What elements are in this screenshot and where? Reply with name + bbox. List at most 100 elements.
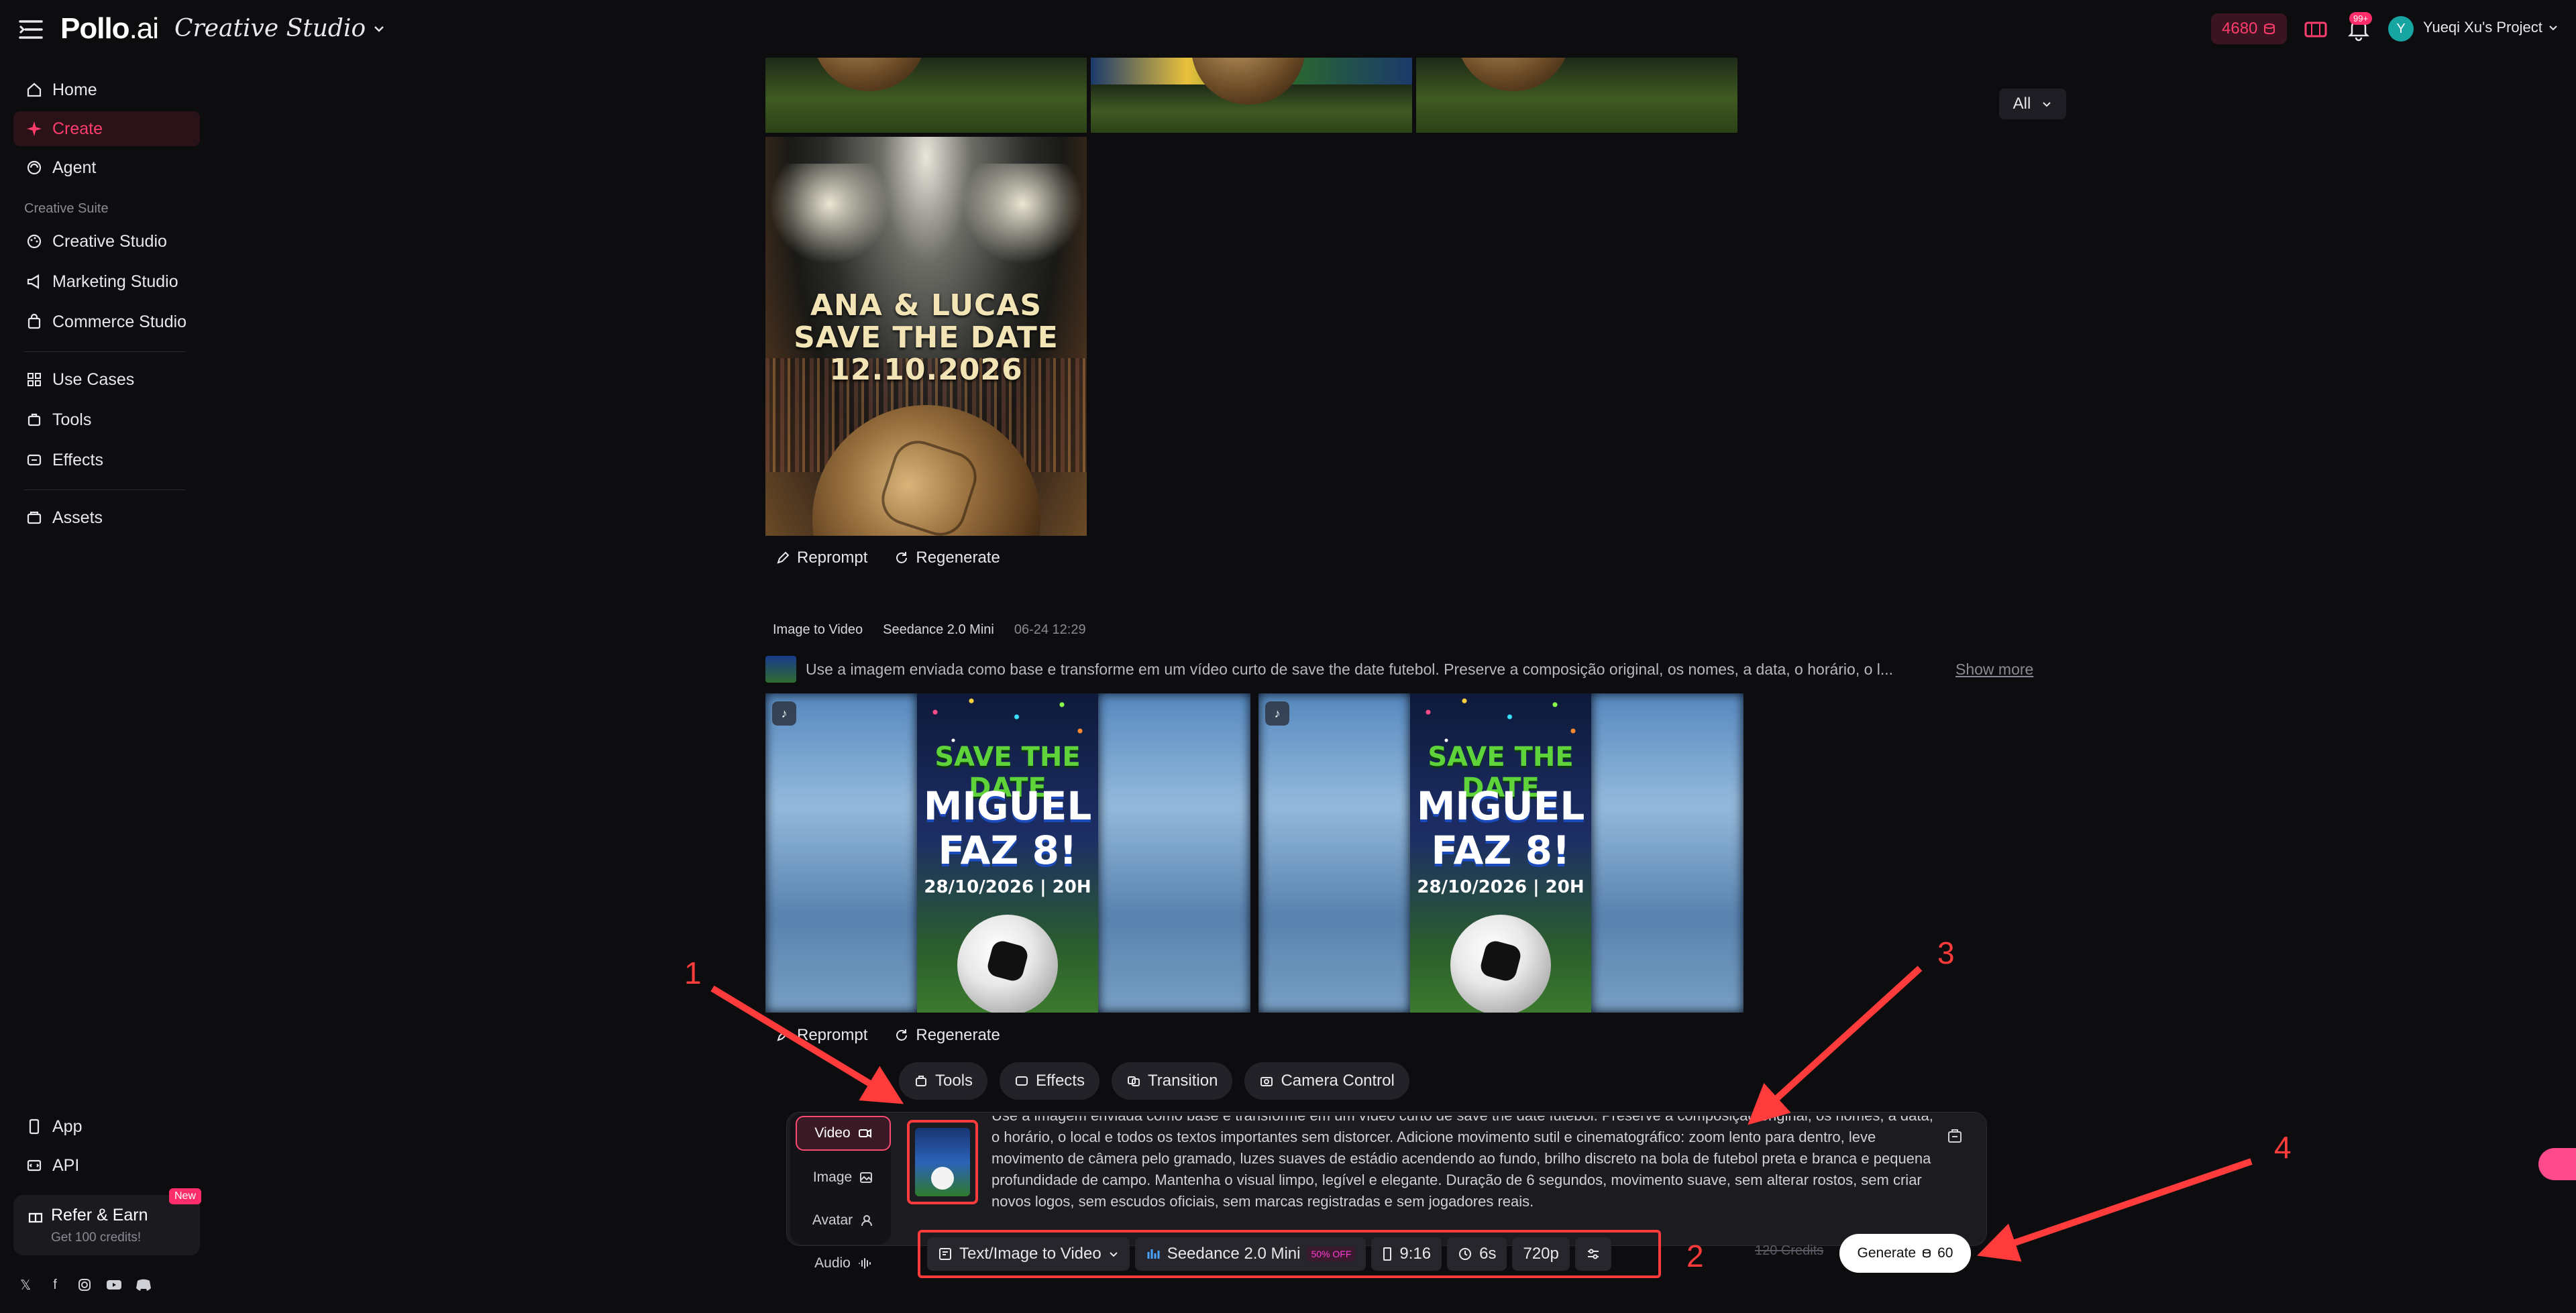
camera-icon: [1260, 1077, 1273, 1086]
soccer-ball-image: [1450, 915, 1551, 1013]
pencil-icon: [777, 1029, 790, 1041]
tiktok-icon: ♪: [772, 701, 796, 726]
video-date: 28/10/2026 | 20H: [924, 877, 1091, 897]
chevron-down-icon: [1109, 1252, 1118, 1257]
chip-tools[interactable]: Tools: [899, 1062, 988, 1100]
result-image[interactable]: [1416, 58, 1737, 133]
sidebar-item-create[interactable]: Create: [13, 111, 200, 146]
social-links: 𝕏 f: [17, 1277, 152, 1293]
model-icon: [1147, 1249, 1160, 1259]
studio-switcher[interactable]: Creative Studio: [174, 15, 386, 42]
new-badge: New: [168, 1188, 201, 1204]
sliders-icon: [1587, 1249, 1599, 1259]
refer-title: Refer & Earn: [51, 1206, 148, 1224]
original-cost: 120 Credits: [1755, 1243, 1824, 1258]
prompt-input[interactable]: Use a imagem enviada como base e transfo…: [991, 1116, 1944, 1227]
refer-and-earn-card[interactable]: Refer & Earn Get 100 credits! New: [13, 1188, 201, 1255]
save-prompt-icon[interactable]: [1945, 1127, 1964, 1145]
reprompt-button[interactable]: Reprompt: [775, 1026, 867, 1045]
result-image[interactable]: [1091, 58, 1412, 133]
video-name-line1: MIGUEL: [1416, 783, 1585, 829]
credits-balance[interactable]: 4680: [2211, 13, 2288, 44]
audio-wave-icon: [858, 1258, 871, 1269]
poster-headline: SAVE THE DATE: [794, 321, 1059, 355]
composer-chips: Tools Effects Transition Camera Control: [899, 1062, 1409, 1100]
video-name-line1: MIGUEL: [923, 783, 1092, 829]
advanced-settings-button[interactable]: [1574, 1237, 1611, 1271]
uploaded-image-thumbnail[interactable]: [907, 1120, 978, 1204]
floating-helper-button[interactable]: [2538, 1148, 2576, 1180]
duration-select[interactable]: 6s: [1447, 1237, 1507, 1271]
project-name: Yueqi Xu's Project: [2423, 19, 2542, 36]
sidebar-item-api[interactable]: API: [13, 1148, 200, 1183]
annotation-number: 1: [684, 956, 702, 990]
instagram-icon[interactable]: [76, 1277, 93, 1293]
section-label-creative-suite: Creative Suite: [24, 201, 109, 216]
sidebar-item-home[interactable]: Home: [13, 72, 200, 107]
prompt-preview-text: Use a imagem enviada como base e transfo…: [806, 660, 1894, 678]
sidebar-item-app[interactable]: App: [13, 1109, 200, 1144]
avatar[interactable]: Y: [2388, 16, 2414, 42]
youtube-icon[interactable]: [106, 1277, 122, 1293]
clock-icon: [1459, 1248, 1472, 1260]
regenerate-button[interactable]: Regenerate: [894, 549, 1000, 567]
chip-camera-control[interactable]: Camera Control: [1244, 1062, 1409, 1100]
generate-button[interactable]: Generate 60: [1839, 1234, 1971, 1273]
video-actions: Reprompt Regenerate: [775, 1026, 1000, 1045]
coin-icon: [1923, 1249, 1931, 1258]
pencil-icon: [777, 551, 790, 564]
generation-meta: Image to Video Seedance 2.0 Mini 06-24 1…: [773, 622, 1086, 638]
regenerate-button[interactable]: Regenerate: [894, 1026, 1000, 1045]
sidebar-item-marketing-studio[interactable]: Marketing Studio: [13, 264, 200, 299]
resolution-select[interactable]: 720p: [1512, 1237, 1570, 1271]
generation-date: 06-24 12:29: [1014, 622, 1086, 637]
video-icon: [858, 1129, 871, 1138]
aspect-ratio-select[interactable]: 9:16: [1371, 1237, 1442, 1271]
mode-dropdown[interactable]: Text/Image to Video: [927, 1237, 1130, 1271]
folder-icon: [27, 511, 42, 524]
coin-icon: [2264, 23, 2275, 35]
mode-audio[interactable]: Audio: [796, 1246, 891, 1281]
model-dropdown[interactable]: Seedance 2.0 Mini 50% OFF: [1134, 1237, 1366, 1271]
gift-icon: [28, 1212, 43, 1222]
notification-badge: 99+: [2349, 12, 2373, 25]
project-switcher[interactable]: Yueqi Xu's Project: [2423, 19, 2559, 36]
discord-icon[interactable]: [136, 1277, 152, 1293]
ticket-icon[interactable]: [2302, 16, 2329, 43]
result-image[interactable]: [765, 58, 1087, 133]
chip-transition[interactable]: Transition: [1111, 1062, 1233, 1100]
logo[interactable]: Pollo.ai: [60, 12, 159, 46]
show-more-link[interactable]: Show more: [1955, 661, 2033, 679]
sidebar-item-effects[interactable]: Effects: [13, 443, 200, 477]
refresh-icon: [896, 1029, 908, 1041]
grid-icon: [28, 373, 41, 386]
sidebar-item-assets[interactable]: Assets: [13, 500, 200, 535]
video-result[interactable]: SAVE THE DATE MIGUEL FAZ 8! 28/10/2026 |…: [1258, 693, 1743, 1013]
filter-dropdown[interactable]: All: [1999, 89, 2066, 119]
image-actions: Reprompt Regenerate: [775, 549, 1000, 567]
chip-effects[interactable]: Effects: [1000, 1062, 1099, 1100]
facebook-icon[interactable]: f: [47, 1277, 63, 1293]
annotation-number: 4: [2274, 1130, 2292, 1165]
megaphone-icon: [27, 274, 40, 289]
generation-prompt: Use a imagem enviada como base e transfo…: [765, 656, 2044, 683]
x-icon[interactable]: 𝕏: [17, 1277, 34, 1293]
sidebar-item-commerce-studio[interactable]: Commerce Studio: [13, 304, 200, 339]
sidebar-item-creative-studio[interactable]: Creative Studio: [13, 224, 200, 259]
agent-icon: [27, 160, 42, 175]
mode-image[interactable]: Image: [796, 1160, 891, 1195]
mode-selector: Video Image Avatar Audio: [790, 1113, 891, 1271]
sidebar-item-agent[interactable]: Agent: [13, 150, 200, 185]
mode-video[interactable]: Video: [796, 1116, 891, 1151]
video-result[interactable]: SAVE THE DATE MIGUEL FAZ 8! 28/10/2026 |…: [765, 693, 1250, 1013]
prompt-thumbnail[interactable]: [765, 656, 796, 683]
menu-toggle-icon[interactable]: [17, 17, 44, 42]
palette-icon: [27, 234, 42, 249]
reprompt-button[interactable]: Reprompt: [775, 549, 867, 567]
sidebar-item-tools[interactable]: Tools: [13, 402, 200, 437]
sidebar-item-use-cases[interactable]: Use Cases: [13, 362, 200, 397]
mode-avatar[interactable]: Avatar: [796, 1203, 891, 1238]
result-image-poster[interactable]: ANA & LUCAS SAVE THE DATE 12.10.2026: [765, 137, 1087, 536]
tools-icon: [28, 413, 41, 426]
poster-date: 12.10.2026: [829, 353, 1023, 387]
